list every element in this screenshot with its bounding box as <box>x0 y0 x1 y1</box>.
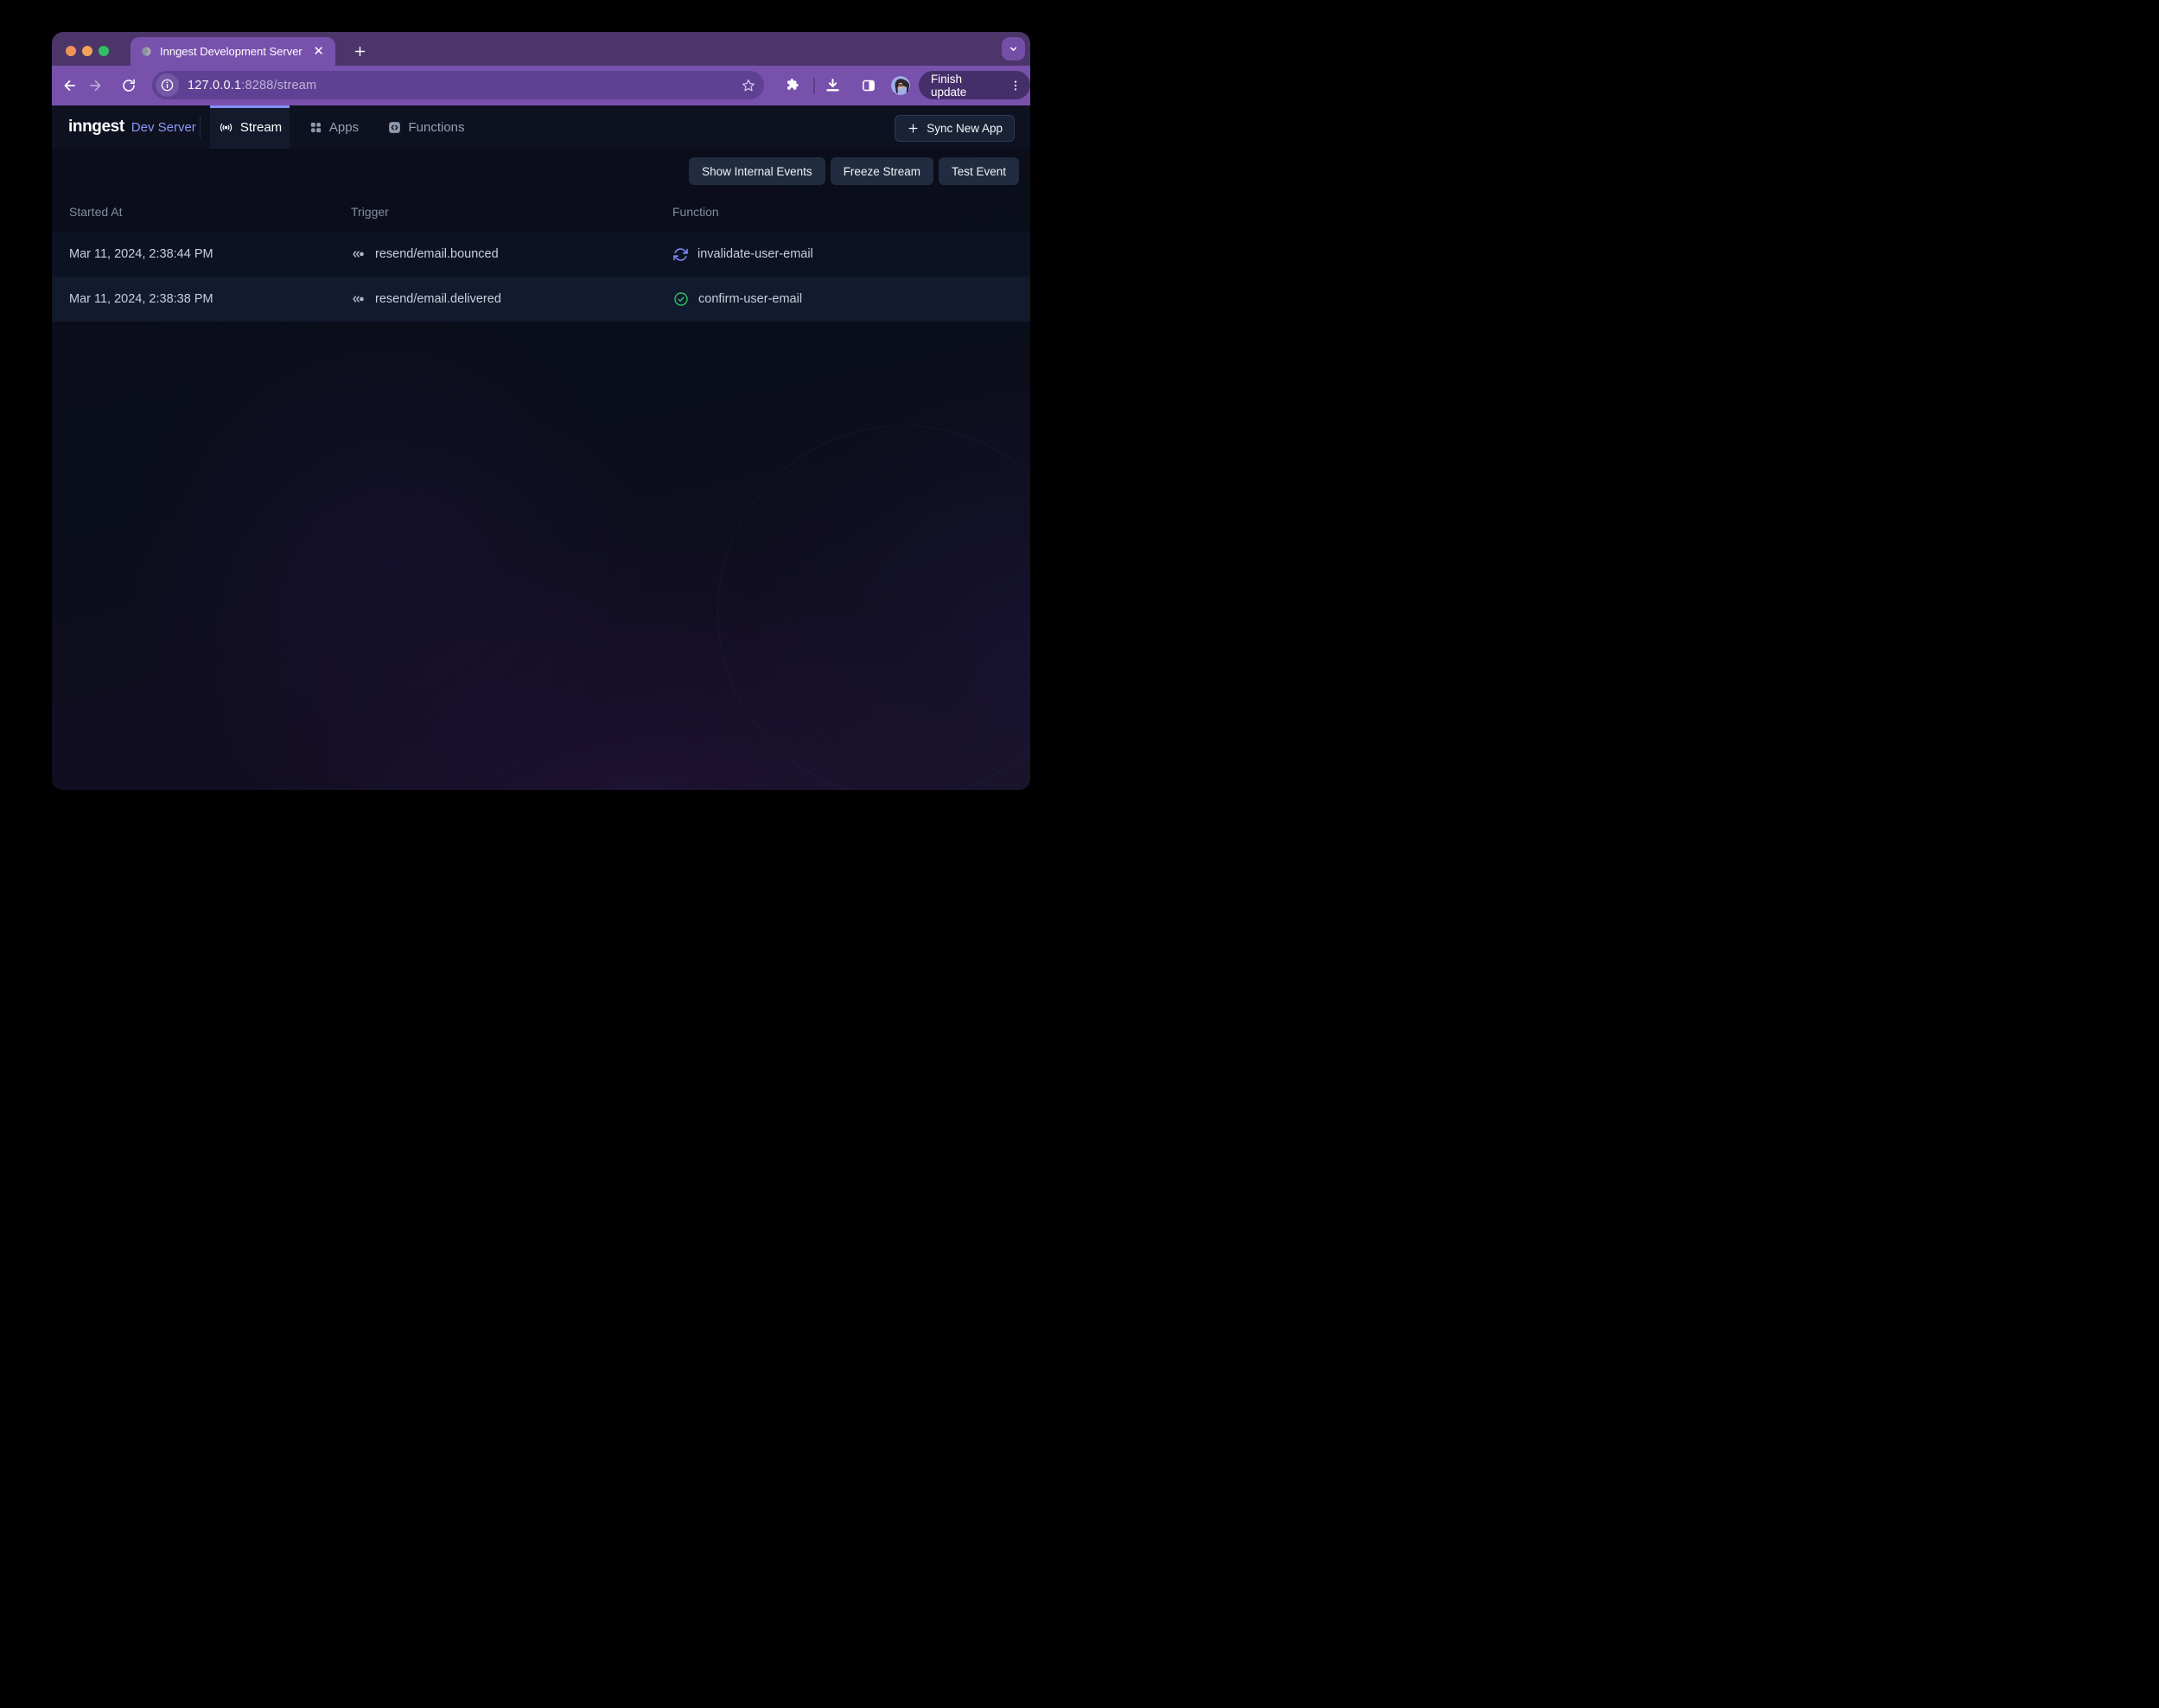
tab-functions-label: Functions <box>408 120 464 135</box>
started-at-value: Mar 11, 2024, 2:38:38 PM <box>69 292 351 306</box>
trigger-value: resend/email.delivered <box>375 292 501 306</box>
test-event-button[interactable]: Test Event <box>939 157 1019 185</box>
event-trigger-icon <box>351 291 366 307</box>
table-row[interactable]: Mar 11, 2024, 2:38:44 PM resend/email.bo… <box>52 232 1030 277</box>
status-completed-icon <box>672 290 690 308</box>
url-bar[interactable]: 127.0.0.1:8288/stream <box>152 71 764 99</box>
toolbar-separator <box>813 77 815 94</box>
back-icon[interactable] <box>61 78 78 94</box>
plus-icon <box>907 122 920 135</box>
event-trigger-icon <box>351 246 366 262</box>
finish-update-label: Finish update <box>931 73 1001 99</box>
functions-icon <box>387 120 402 135</box>
extensions-icon[interactable] <box>785 78 800 93</box>
minimize-window-button[interactable] <box>82 46 92 56</box>
profile-avatar[interactable] <box>891 76 910 95</box>
window-controls <box>66 46 109 56</box>
side-panel-icon[interactable] <box>861 78 876 93</box>
tab-close-icon[interactable]: ✕ <box>312 45 325 58</box>
maximize-window-button[interactable] <box>99 46 109 56</box>
inngest-logo: inngest <box>68 118 124 137</box>
bookmark-star-icon[interactable] <box>741 78 756 93</box>
started-at-value: Mar 11, 2024, 2:38:44 PM <box>69 247 351 261</box>
sync-new-app-button[interactable]: Sync New App <box>895 115 1015 142</box>
screen: { "browser": { "tab_title": "Inngest Dev… <box>0 0 1080 854</box>
url-path: :8288/stream <box>241 79 316 92</box>
freeze-stream-button[interactable]: Freeze Stream <box>831 157 933 185</box>
trigger-value: resend/email.bounced <box>375 247 499 261</box>
kebab-menu-icon[interactable] <box>1009 79 1022 92</box>
tab-strip: Inngest Development Server ✕ <box>52 32 1030 66</box>
apps-icon <box>309 120 323 135</box>
reload-icon[interactable] <box>121 78 137 93</box>
nav-divider <box>200 116 201 138</box>
url-host: 127.0.0.1 <box>188 79 241 92</box>
browser-window: Inngest Development Server ✕ 127.0.0.1:8… <box>52 32 1030 790</box>
tab-functions[interactable]: Functions <box>384 105 468 149</box>
close-window-button[interactable] <box>66 46 76 56</box>
dev-server-label: Dev Server <box>131 120 196 135</box>
tab-title: Inngest Development Server <box>160 45 304 58</box>
table-row[interactable]: Mar 11, 2024, 2:38:38 PM resend/email.de… <box>52 277 1030 322</box>
tab-stream-label: Stream <box>240 120 282 135</box>
browser-toolbar: 127.0.0.1:8288/stream Finish update <box>52 66 1030 105</box>
browser-tab[interactable]: Inngest Development Server ✕ <box>131 37 335 66</box>
stream-icon <box>218 119 234 136</box>
status-running-icon <box>672 246 689 263</box>
inngest-header: inngest Dev Server Stream Apps Functions… <box>52 105 1030 149</box>
tab-stream[interactable]: Stream <box>210 105 290 149</box>
column-started-at: Started At <box>69 205 351 219</box>
stream-actions: Show Internal Events Freeze Stream Test … <box>689 157 1019 185</box>
event-stream-table: Started At Trigger Function Mar 11, 2024… <box>52 192 1030 322</box>
stream-page: Show Internal Events Freeze Stream Test … <box>52 149 1030 790</box>
inngest-favicon-icon <box>141 46 152 57</box>
downloads-icon[interactable] <box>825 78 841 94</box>
tab-search-chevron-button[interactable] <box>1002 37 1025 61</box>
brand: inngest Dev Server <box>68 105 196 149</box>
column-trigger: Trigger <box>351 205 672 219</box>
tab-apps[interactable]: Apps <box>303 105 364 149</box>
url-text: 127.0.0.1:8288/stream <box>188 79 741 92</box>
tab-apps-label: Apps <box>329 120 359 135</box>
table-header: Started At Trigger Function <box>52 192 1030 232</box>
forward-icon[interactable] <box>87 78 104 94</box>
function-value: invalidate-user-email <box>697 247 813 261</box>
function-value: confirm-user-email <box>698 292 802 306</box>
site-info-icon[interactable] <box>156 73 179 97</box>
sync-new-app-label: Sync New App <box>927 122 1003 135</box>
show-internal-events-button[interactable]: Show Internal Events <box>689 157 825 185</box>
new-tab-button[interactable] <box>349 41 370 61</box>
finish-update-button[interactable]: Finish update <box>919 71 1030 99</box>
column-function: Function <box>672 205 1030 219</box>
